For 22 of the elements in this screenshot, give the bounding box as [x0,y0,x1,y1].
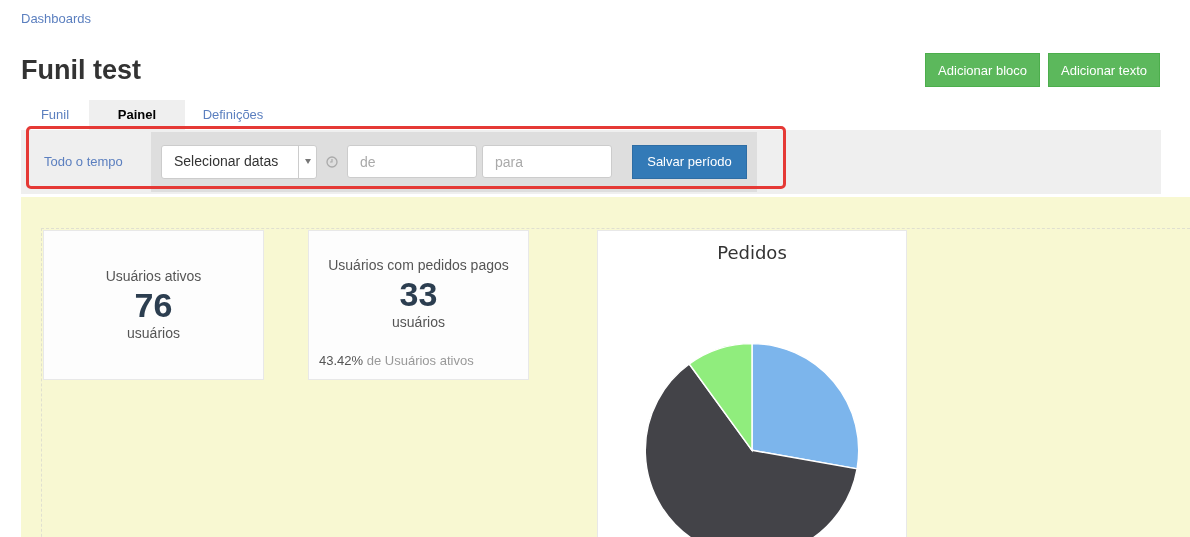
from-date-field[interactable]: de [347,145,477,178]
date-select[interactable]: Selecionar datas [161,144,317,179]
period-link[interactable]: Todo o tempo [44,151,123,172]
metric-value: 76 [134,286,173,323]
chart-title: Pedidos [717,240,787,265]
metric-label: Usuários ativos [105,266,202,286]
metric-footnote: 43.42% de Usuários ativos [318,352,475,370]
save-period-button[interactable]: Salvar período [632,144,747,179]
caret-icon [304,159,311,164]
metric-value: 33 [399,275,438,312]
metric-label: Usuários com pedidos pagos [328,255,509,275]
action-button[interactable]: Adicionar bloco [925,53,1040,88]
clock-icon [326,155,338,168]
tab[interactable]: Funil [21,99,89,130]
breadcrumb-link[interactable]: Dashboards [21,11,92,26]
metric-unit: usuários [127,323,180,343]
to-date-field[interactable]: para [482,145,612,178]
action-button[interactable]: Adicionar texto [1048,53,1160,88]
page-title: Funil test [21,54,141,87]
tab[interactable]: Painel [89,99,185,130]
metric-unit: usuários [392,312,445,332]
tab[interactable]: Definições [185,99,281,130]
